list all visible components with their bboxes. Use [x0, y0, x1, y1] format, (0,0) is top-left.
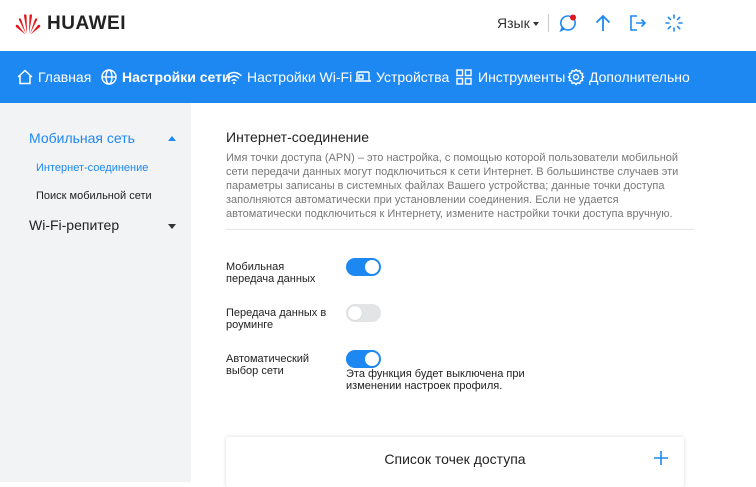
roaming-label: Передача данных в роуминге: [226, 307, 327, 331]
devices-icon: [355, 71, 371, 82]
page-description: Имя точки доступа (APN) – это настройка,…: [226, 152, 679, 220]
nav-item-wifi-settings[interactable]: Настройки Wi-Fi: [225, 51, 352, 103]
auto-network-select-note: Эта функция будет выключена при изменени…: [346, 368, 525, 392]
wifi-icon: [226, 71, 242, 85]
sidebar-item-label: Интернет-соединение: [36, 162, 149, 174]
nav-item-label: Устройства: [376, 69, 450, 85]
home-icon: [17, 69, 33, 85]
nav-item-devices[interactable]: Устройства: [354, 51, 449, 103]
sidebar-group-label: Wi-Fi-репитер: [29, 217, 120, 233]
chevron-up-icon[interactable]: [168, 136, 176, 141]
nav-item-label: Инструменты: [478, 69, 566, 85]
toggle-knob: [365, 260, 379, 274]
gear-icon: [567, 68, 585, 86]
loading-spinner-icon: [665, 14, 683, 32]
chevron-down-icon: [532, 22, 539, 27]
brand-name: HUAWEI: [47, 13, 126, 34]
language-selector[interactable]: Язык: [497, 15, 539, 31]
sidebar-item-internet-connection[interactable]: Интернет-соединение: [36, 162, 148, 174]
main-nav-bar: Главная Настройки сети Настройки Wi-Fi У…: [0, 51, 756, 103]
section-divider: [226, 229, 694, 230]
toggle-knob: [348, 306, 362, 320]
nav-item-home[interactable]: Главная: [16, 51, 91, 103]
upload-arrow-icon[interactable]: [592, 12, 614, 34]
nav-item-tools[interactable]: Инструменты: [456, 51, 565, 103]
toggle-knob: [365, 352, 379, 366]
access-point-list-panel: Список точек доступа: [226, 437, 684, 487]
language-label: Язык: [497, 15, 530, 31]
sidebar-group-wifi-repeater[interactable]: Wi-Fi-репитер: [29, 217, 119, 233]
grid-icon: [456, 69, 472, 85]
page-title: Интернет-соединение: [226, 129, 370, 145]
nav-item-label: Дополнительно: [589, 69, 690, 85]
plus-icon[interactable]: [653, 450, 669, 466]
message-icon[interactable]: [557, 12, 579, 34]
nav-item-network-settings[interactable]: Настройки сети: [100, 51, 231, 103]
mobile-data-toggle[interactable]: [346, 258, 381, 276]
sidebar: Мобильная сеть Интернет-соединение Поиск…: [0, 103, 191, 482]
nav-item-advanced[interactable]: Дополнительно: [567, 51, 690, 103]
top-header: HUAWEI Язык: [0, 0, 756, 51]
sidebar-group-mobile-network[interactable]: Мобильная сеть: [29, 130, 135, 146]
mobile-data-label: Мобильная передача данных: [226, 261, 316, 285]
auto-network-select-label: Автоматический выбор сети: [226, 353, 310, 377]
huawei-logo-icon[interactable]: [15, 10, 41, 36]
access-point-list-title: Список точек доступа: [384, 451, 526, 467]
chevron-down-icon[interactable]: [168, 224, 176, 229]
logout-icon[interactable]: [627, 12, 649, 34]
sidebar-item-mobile-network-search[interactable]: Поиск мобильной сети: [36, 190, 152, 202]
header-divider: [548, 14, 549, 32]
auto-network-select-toggle[interactable]: [346, 350, 381, 368]
nav-item-label: Главная: [38, 69, 92, 85]
roaming-toggle[interactable]: [346, 304, 381, 322]
globe-icon: [101, 69, 117, 85]
sidebar-item-label: Поиск мобильной сети: [36, 190, 152, 202]
nav-item-label: Настройки сети: [122, 69, 231, 85]
nav-item-label: Настройки Wi-Fi: [247, 69, 353, 85]
sidebar-group-label: Мобильная сеть: [29, 130, 135, 146]
